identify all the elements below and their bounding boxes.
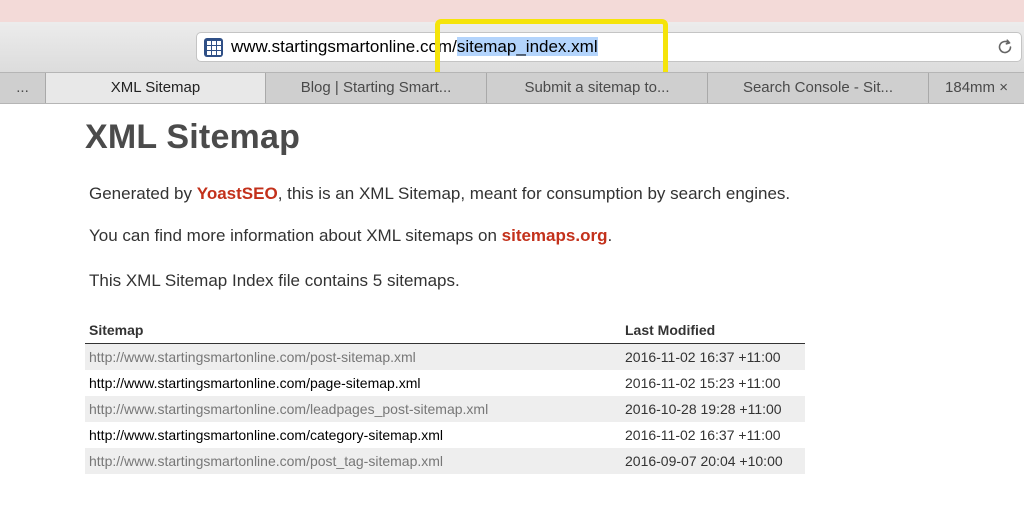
reload-icon[interactable] bbox=[995, 37, 1015, 57]
header-last-modified: Last Modified bbox=[621, 317, 805, 344]
info-post: . bbox=[607, 226, 613, 245]
grid-icon bbox=[204, 38, 223, 57]
url-middle: com/ bbox=[419, 37, 457, 56]
sitemap-link[interactable]: http://www.startingsmartonline.com/post_… bbox=[85, 448, 621, 474]
table-row: http://www.startingsmartonline.com/post-… bbox=[85, 343, 805, 370]
generated-pre: Generated by bbox=[89, 184, 197, 203]
table-row: http://www.startingsmartonline.com/post_… bbox=[85, 448, 805, 474]
tab-overflow[interactable]: ... bbox=[0, 73, 45, 103]
table-row: http://www.startingsmartonline.com/page-… bbox=[85, 370, 805, 396]
table-header-row: Sitemap Last Modified bbox=[85, 317, 805, 344]
info-pre: You can find more information about XML … bbox=[89, 226, 502, 245]
sitemap-link[interactable]: http://www.startingsmartonline.com/categ… bbox=[85, 422, 621, 448]
tab-blog[interactable]: Blog | Starting Smart... bbox=[265, 73, 486, 103]
table-row: http://www.startingsmartonline.com/categ… bbox=[85, 422, 805, 448]
url-text[interactable]: www.startingsmartonline.com/sitemap_inde… bbox=[231, 37, 598, 57]
tab-184mm[interactable]: 184mm × bbox=[928, 73, 1024, 103]
sitemap-link[interactable]: http://www.startingsmartonline.com/leadp… bbox=[85, 396, 621, 422]
table-row: http://www.startingsmartonline.com/leadp… bbox=[85, 396, 805, 422]
last-modified-cell: 2016-09-07 20:04 +10:00 bbox=[621, 448, 805, 474]
yoastseo-link[interactable]: YoastSEO bbox=[197, 184, 278, 203]
sitemap-table: Sitemap Last Modified http://www.startin… bbox=[85, 317, 805, 474]
generated-text: Generated by YoastSEO, this is an XML Si… bbox=[89, 184, 790, 204]
sitemap-link[interactable]: http://www.startingsmartonline.com/post-… bbox=[85, 343, 621, 370]
last-modified-cell: 2016-11-02 16:37 +11:00 bbox=[621, 343, 805, 370]
page-title: XML Sitemap bbox=[85, 118, 301, 156]
address-bar[interactable]: www.startingsmartonline.com/sitemap_inde… bbox=[196, 32, 1022, 62]
generated-post: , this is an XML Sitemap, meant for cons… bbox=[277, 184, 791, 203]
tab-bar: ... XML Sitemap Blog | Starting Smart...… bbox=[0, 72, 1024, 104]
last-modified-cell: 2016-11-02 16:37 +11:00 bbox=[621, 422, 805, 448]
tab-xml-sitemap[interactable]: XML Sitemap bbox=[45, 73, 265, 103]
header-sitemap: Sitemap bbox=[85, 317, 621, 344]
sitemap-count-text: This XML Sitemap Index file contains 5 s… bbox=[89, 271, 460, 290]
last-modified-cell: 2016-10-28 19:28 +11:00 bbox=[621, 396, 805, 422]
info-text: You can find more information about XML … bbox=[89, 226, 612, 246]
sitemap-link[interactable]: http://www.startingsmartonline.com/page-… bbox=[85, 370, 621, 396]
url-prefix: www.startingsmartonline. bbox=[231, 37, 420, 56]
sitemaps-org-link[interactable]: sitemaps.org bbox=[502, 226, 608, 245]
tab-search-console[interactable]: Search Console - Sit... bbox=[707, 73, 928, 103]
last-modified-cell: 2016-11-02 15:23 +11:00 bbox=[621, 370, 805, 396]
url-selected: sitemap_index.xml bbox=[456, 37, 598, 56]
tab-submit-sitemap[interactable]: Submit a sitemap to... bbox=[486, 73, 707, 103]
window-top-strip bbox=[0, 0, 1024, 22]
